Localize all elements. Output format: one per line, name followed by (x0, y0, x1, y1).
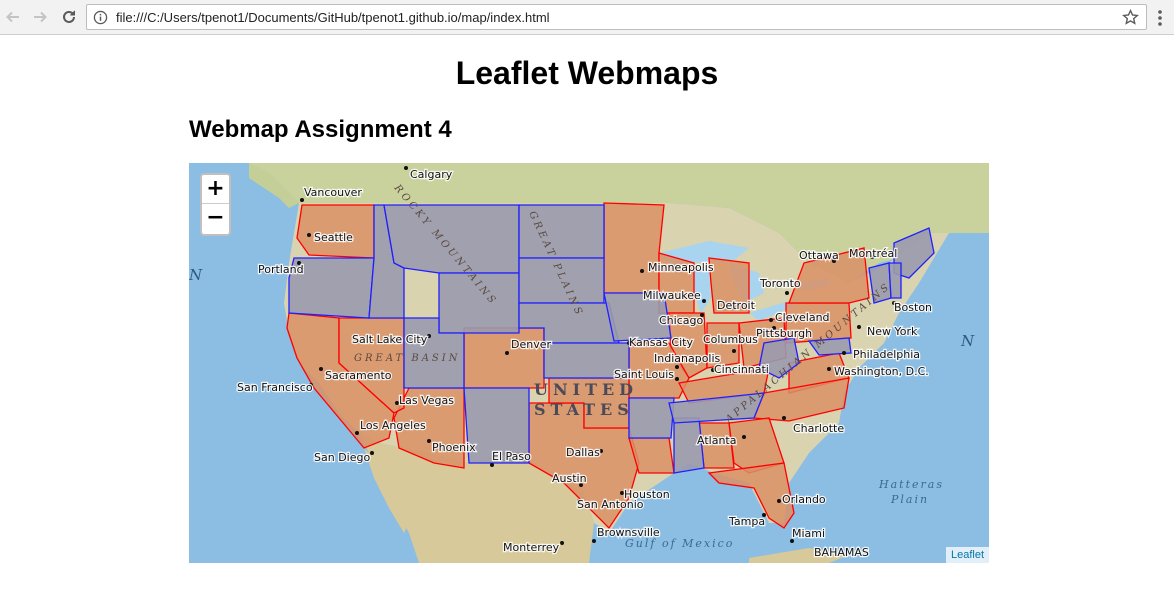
city-label: Sacramento (325, 369, 392, 382)
city-label: Vancouver (304, 186, 362, 199)
city-label: El Paso (492, 450, 531, 463)
city-label: Philadelphia (853, 348, 920, 361)
arrow-right-icon (34, 11, 47, 23)
city-label: Boston (894, 301, 932, 314)
city-label: San Antonio (577, 498, 644, 511)
city-label: Kansas City (629, 336, 693, 349)
city-label: Ottawa (799, 249, 839, 262)
zoom-in-button[interactable]: + (202, 175, 229, 204)
city-label: Phoenix (432, 441, 476, 454)
address-bar[interactable]: file:///C:/Users/tpenot1/Documents/GitHu… (86, 4, 1147, 30)
city-label: Milwaukee (643, 289, 701, 302)
city-label: Calgary (410, 168, 453, 181)
country-label-united: UNITED (534, 380, 638, 399)
city-label: Toronto (759, 277, 801, 290)
hatteras-label-1: Hatteras (878, 478, 944, 491)
city-label: Detroit (717, 299, 756, 312)
reload-button[interactable] (57, 5, 81, 29)
state-montana[interactable] (383, 204, 520, 274)
city-label: Chicago (659, 314, 703, 327)
city-label: Columbus (703, 333, 758, 346)
city-label: Denver (511, 338, 551, 351)
state-minnesota[interactable] (603, 202, 665, 294)
arrow-left-icon (6, 11, 19, 23)
assignment-title: Webmap Assignment 4 (189, 116, 452, 143)
city-label: Miami (792, 527, 825, 540)
city-label: San Francisco (237, 381, 313, 394)
city-label: Portland (258, 263, 304, 276)
back-button[interactable] (1, 5, 25, 29)
city-label: San Diego (314, 451, 370, 464)
city-label: Indianapolis (654, 352, 721, 365)
bahamas-label: BAHAMAS (814, 546, 869, 559)
info-icon[interactable] (93, 10, 108, 25)
zoom-out-button[interactable]: − (202, 204, 229, 233)
browser-toolbar: file:///C:/Users/tpenot1/Documents/GitHu… (0, 0, 1174, 35)
city-label: Monterrey (503, 541, 560, 554)
city-label: Brownsville (597, 526, 660, 539)
city-label: Atlanta (697, 434, 736, 447)
city-label: Pittsburgh (756, 327, 812, 340)
state-new-hampshire[interactable] (888, 262, 902, 299)
city-label: Montréal (849, 247, 897, 260)
city-label: Salt Lake City (352, 333, 428, 346)
basemap-tiles[interactable]: N N Gulf of Mexico Hatteras Plain BAHAMA… (189, 163, 989, 563)
city-label: New York (867, 325, 918, 338)
city-label: Washington, D.C. (834, 365, 929, 378)
ocean-label-atlantic: N (960, 332, 977, 350)
city-label: Saint Louis (614, 368, 674, 381)
state-colorado[interactable] (463, 327, 545, 389)
city-label: Tampa (728, 515, 765, 528)
city-label: Los Angeles (360, 419, 426, 432)
url-text[interactable]: file:///C:/Users/tpenot1/Documents/GitHu… (116, 10, 550, 25)
menu-dots-icon[interactable] (1157, 9, 1163, 27)
leaflet-map[interactable]: N N Gulf of Mexico Hatteras Plain BAHAMA… (189, 163, 989, 563)
bookmark-star-icon[interactable] (1122, 9, 1139, 26)
city-label: Orlando (782, 493, 826, 506)
city-label: Minneapolis (648, 261, 714, 274)
city-label: Cincinnati (714, 363, 769, 376)
ocean-label-pacific: N (189, 266, 205, 284)
page-title: Leaflet Webmaps (455, 55, 719, 91)
forward-button[interactable] (28, 5, 52, 29)
city-label: Dallas (566, 446, 600, 459)
state-arkansas[interactable] (628, 397, 675, 439)
city-label: Charlotte (793, 422, 844, 435)
reload-icon (63, 10, 75, 23)
zoom-control: + − (200, 173, 231, 236)
map-attribution: Leaflet (945, 547, 989, 563)
leaflet-link[interactable]: Leaflet (951, 549, 984, 561)
city-label: Cleveland (775, 311, 830, 324)
city-label: Seattle (314, 231, 353, 244)
hatteras-label-2: Plain (890, 493, 929, 506)
terrain-label-great-basin: GREAT BASIN (354, 353, 460, 364)
city-label: Austin (552, 472, 587, 485)
country-label-states: STATES (534, 400, 634, 419)
city-label: Las Vegas (399, 394, 454, 407)
